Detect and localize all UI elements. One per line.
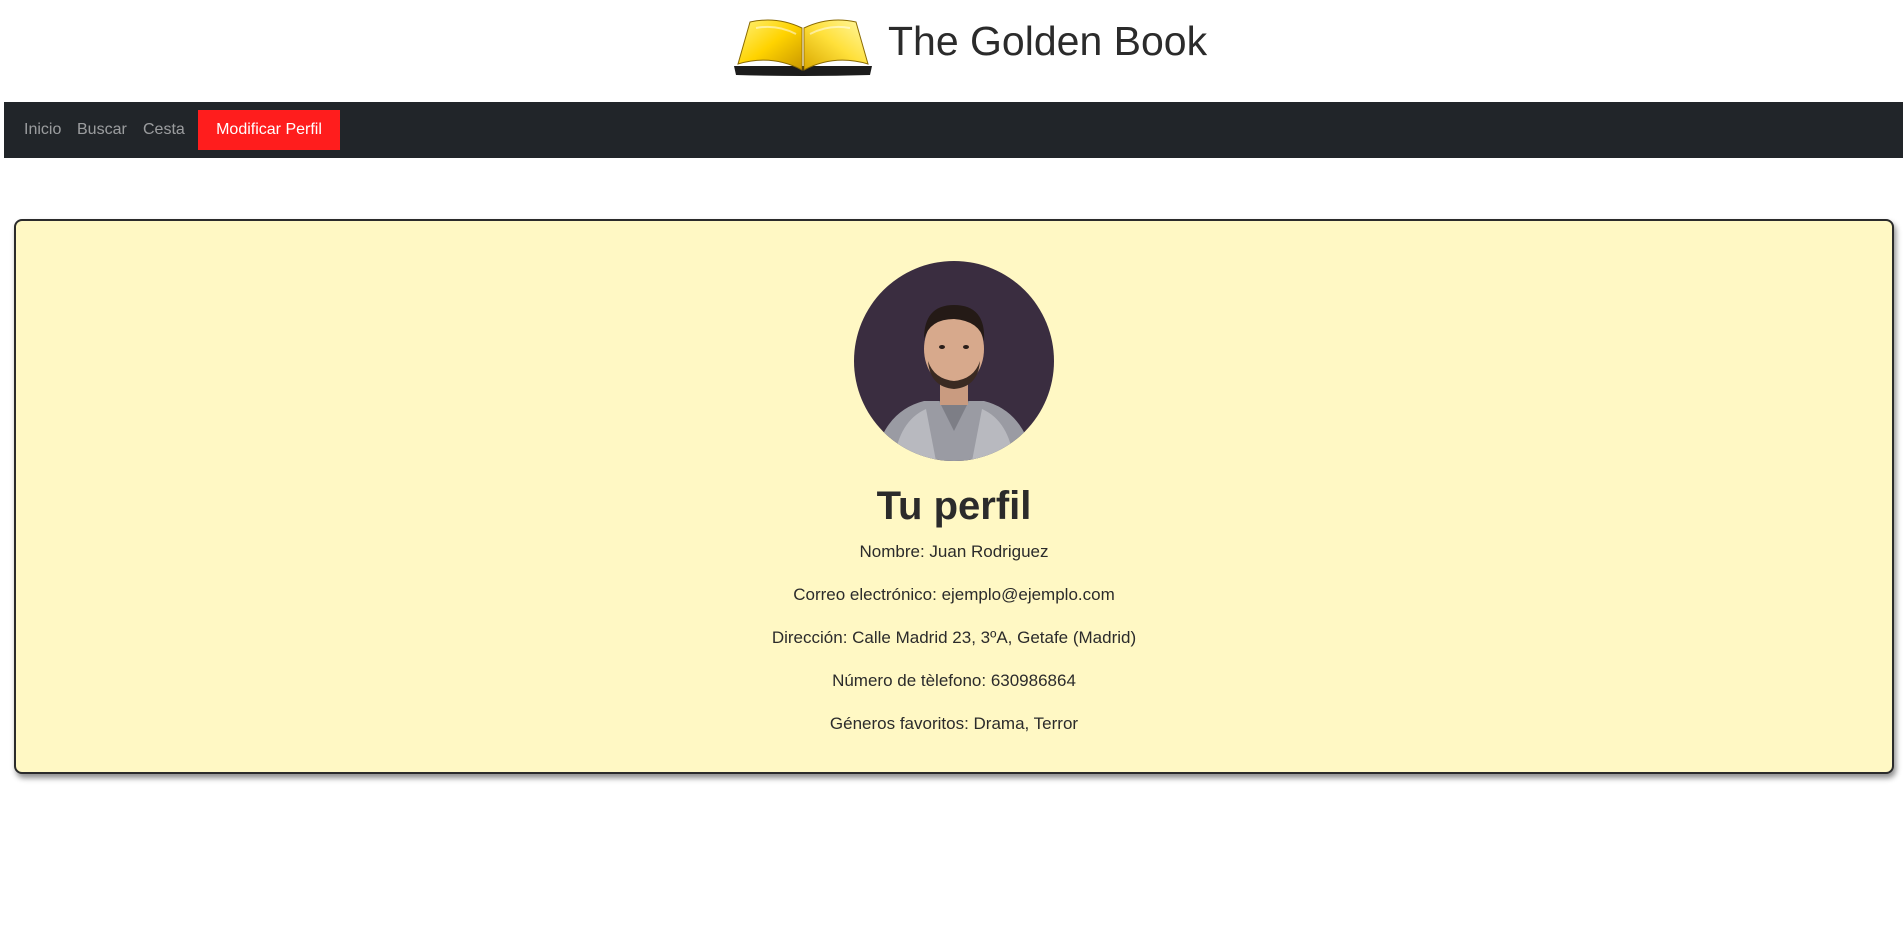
nav-link-cesta[interactable]: Cesta: [143, 102, 185, 158]
profile-card: Tu perfil Nombre: Juan Rodriguez Correo …: [14, 219, 1894, 774]
nav-link-modificar-perfil[interactable]: Modificar Perfil: [198, 110, 340, 150]
profile-phone: Número de tèlefono: 630986864: [832, 671, 1076, 690]
profile-favorite-genres: Géneros favoritos: Drama, Terror: [829, 714, 1079, 733]
profile-title: Tu perfil: [876, 484, 1032, 528]
nav-link-buscar[interactable]: Buscar: [77, 102, 127, 158]
main-navbar: Inicio Buscar Cesta Modificar Perfil: [4, 102, 1903, 158]
site-title: The Golden Book: [888, 18, 1208, 64]
profile-email: Correo electrónico: ejemplo@ejemplo.com: [793, 585, 1115, 604]
profile-address: Dirección: Calle Madrid 23, 3ºA, Getafe …: [771, 628, 1137, 647]
site-header: The Golden Book: [0, 0, 1903, 102]
profile-name: Nombre: Juan Rodriguez: [859, 542, 1049, 561]
avatar: [854, 261, 1054, 461]
nav-link-inicio[interactable]: Inicio: [24, 102, 61, 158]
open-book-icon[interactable]: [732, 14, 874, 78]
